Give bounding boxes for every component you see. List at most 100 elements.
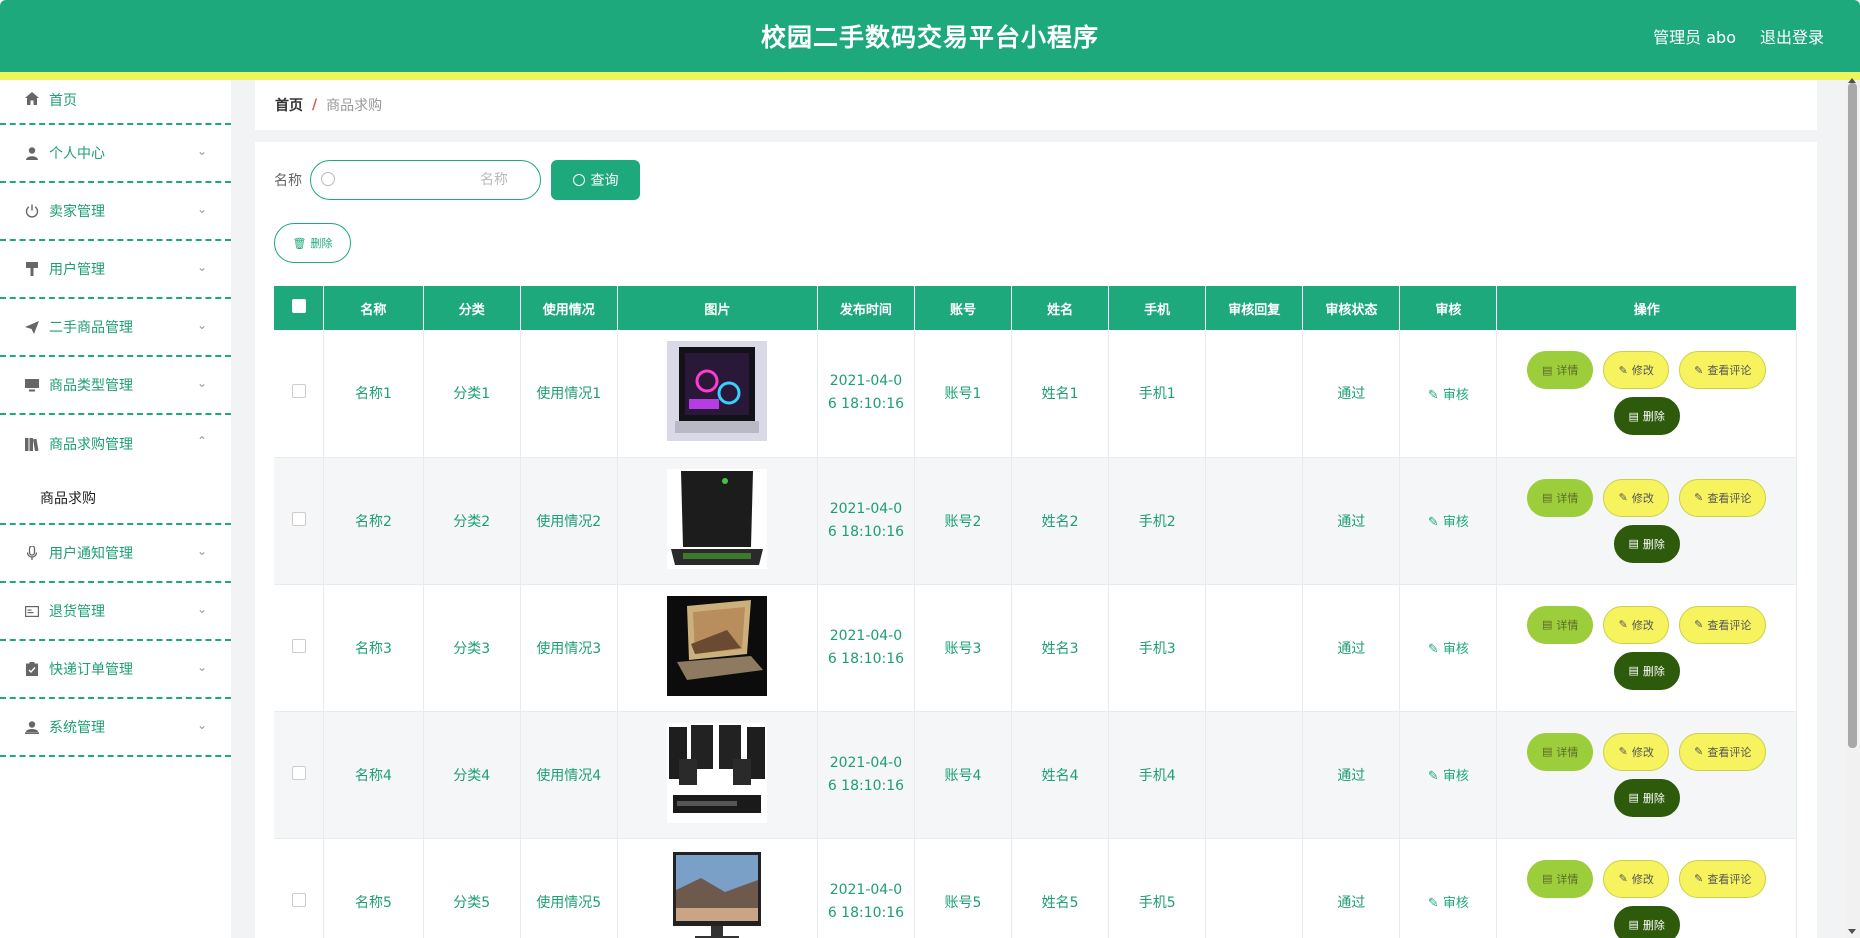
row-checkbox[interactable] bbox=[291, 384, 306, 399]
view-comments-button[interactable]: ✎ 查看评论 bbox=[1679, 732, 1767, 771]
column-header: 图片 bbox=[617, 286, 818, 330]
product-thumbnail[interactable] bbox=[667, 849, 768, 938]
audit-link[interactable]: ✎ 审核 bbox=[1428, 769, 1469, 784]
sidebar-item-user-notification[interactable]: 用户通知管理 ⌄ bbox=[0, 525, 231, 583]
product-thumbnail[interactable] bbox=[667, 341, 768, 442]
row-delete-button[interactable]: ▤ 删除 bbox=[1613, 397, 1680, 436]
row-checkbox[interactable] bbox=[291, 638, 306, 653]
query-button[interactable]: 查询 bbox=[551, 160, 640, 200]
detail-button[interactable]: ▤ 详情 bbox=[1527, 478, 1594, 517]
audit-link[interactable]: ✎ 审核 bbox=[1428, 515, 1469, 530]
sidebar-subitem-purchase-request[interactable]: 商品求购 bbox=[0, 473, 231, 525]
view-comments-button[interactable]: ✎ 查看评论 bbox=[1679, 351, 1767, 390]
sidebar-item-secondhand-goods[interactable]: 二手商品管理 ⌄ bbox=[0, 299, 231, 357]
row-checkbox[interactable] bbox=[291, 892, 306, 907]
edit-button-label: 修改 bbox=[1631, 491, 1654, 505]
books-icon bbox=[24, 436, 40, 452]
batch-delete-button[interactable]: 🗑 删除 bbox=[274, 223, 351, 263]
sidebar-item-system[interactable]: 系统管理 ⌄ bbox=[0, 699, 231, 757]
user-icon bbox=[24, 145, 40, 161]
breadcrumb: 首页 / 商品求购 bbox=[255, 80, 1817, 130]
logout-link[interactable]: 退出登录 bbox=[1760, 24, 1824, 48]
view-comments-label: 查看评论 bbox=[1707, 872, 1752, 886]
product-thumbnail[interactable] bbox=[667, 722, 768, 823]
product-thumbnail[interactable] bbox=[667, 595, 768, 696]
cell-phone: 手机3 bbox=[1108, 584, 1207, 712]
audit-link[interactable]: ✎ 审核 bbox=[1428, 642, 1469, 657]
detail-button-label: 详情 bbox=[1556, 491, 1579, 505]
row-select-cell[interactable] bbox=[274, 711, 325, 839]
sidebar-item-personal-center[interactable]: 个人中心 ⌄ bbox=[0, 125, 231, 183]
sidebar-item-seller-management[interactable]: 卖家管理 ⌄ bbox=[0, 183, 231, 241]
view-comments-button[interactable]: ✎ 查看评论 bbox=[1679, 478, 1767, 517]
edit-button[interactable]: ✎ 修改 bbox=[1603, 859, 1670, 898]
detail-button[interactable]: ▤ 详情 bbox=[1527, 351, 1594, 390]
edit-button[interactable]: ✎ 修改 bbox=[1603, 732, 1670, 771]
row-select-cell[interactable] bbox=[274, 457, 325, 585]
row-select-cell[interactable] bbox=[274, 584, 325, 712]
column-header: 操作 bbox=[1496, 286, 1797, 330]
current-user[interactable]: 管理员 abo bbox=[1653, 24, 1736, 48]
audit-link[interactable]: ✎ 审核 bbox=[1428, 388, 1469, 403]
cell-phone: 手机5 bbox=[1108, 838, 1207, 938]
scroll-down-arrow-icon[interactable] bbox=[1848, 929, 1856, 934]
select-all-cell[interactable] bbox=[274, 286, 325, 330]
edit-button-label: 修改 bbox=[1631, 872, 1654, 886]
detail-button[interactable]: ▤ 详情 bbox=[1527, 859, 1594, 898]
sidebar-item-purchase-request[interactable]: 商品求购管理 ⌃ bbox=[0, 415, 231, 473]
cell-image bbox=[617, 838, 818, 938]
query-button-label: 查询 bbox=[590, 172, 619, 188]
breadcrumb-home[interactable]: 首页 bbox=[275, 95, 303, 115]
edit-button[interactable]: ✎ 修改 bbox=[1603, 478, 1670, 517]
sidebar-item-express-orders[interactable]: 快递订单管理 ⌄ bbox=[0, 641, 231, 699]
column-header: 使用情况 bbox=[520, 286, 618, 330]
cell-usage: 使用情况2 bbox=[520, 457, 618, 585]
row-delete-button[interactable]: ▤ 删除 bbox=[1613, 651, 1680, 690]
microphone-icon bbox=[24, 545, 40, 561]
audit-link-label: 审核 bbox=[1442, 387, 1469, 403]
edit-button[interactable]: ✎ 修改 bbox=[1603, 605, 1670, 644]
detail-button[interactable]: ▤ 详情 bbox=[1527, 732, 1594, 771]
chevron-up-icon: ⌃ bbox=[196, 434, 207, 448]
view-comments-button[interactable]: ✎ 查看评论 bbox=[1679, 605, 1767, 644]
home-icon bbox=[24, 90, 40, 106]
edit-button[interactable]: ✎ 修改 bbox=[1603, 351, 1670, 390]
column-header: 发布时间 bbox=[817, 286, 915, 330]
audit-link[interactable]: ✎ 审核 bbox=[1428, 896, 1469, 911]
row-checkbox[interactable] bbox=[291, 511, 306, 526]
row-delete-button[interactable]: ▤ 删除 bbox=[1613, 905, 1680, 938]
sidebar-item-goods-type[interactable]: 商品类型管理 ⌄ bbox=[0, 357, 231, 415]
sidebar-item-returns[interactable]: 退货管理 ⌄ bbox=[0, 583, 231, 641]
search-field[interactable] bbox=[310, 160, 541, 200]
cell-actions: ▤ 详情 ✎ 修改 ✎ 查看评论 ▤ 删除 bbox=[1496, 457, 1797, 585]
row-select-cell[interactable] bbox=[274, 838, 325, 938]
card-icon bbox=[24, 603, 40, 619]
sidebar-item-label: 二手商品管理 bbox=[49, 320, 133, 336]
edit-icon: ✎ bbox=[1694, 618, 1704, 631]
cell-usage: 使用情况4 bbox=[520, 711, 618, 839]
page-scrollbar[interactable] bbox=[1845, 78, 1860, 938]
row-delete-label: 删除 bbox=[1642, 791, 1665, 805]
row-select-cell[interactable] bbox=[274, 330, 325, 458]
scrollbar-thumb[interactable] bbox=[1848, 83, 1857, 748]
view-comments-label: 查看评论 bbox=[1707, 491, 1752, 505]
sidebar-item-label: 用户通知管理 bbox=[49, 546, 133, 562]
view-comments-button[interactable]: ✎ 查看评论 bbox=[1679, 859, 1767, 898]
cell-realname: 姓名4 bbox=[1011, 711, 1110, 839]
column-header: 分类 bbox=[423, 286, 521, 330]
search-input[interactable] bbox=[339, 161, 534, 199]
product-thumbnail[interactable] bbox=[667, 468, 768, 569]
sidebar-item-home[interactable]: 首页 bbox=[0, 80, 231, 125]
table-row: 名称5 分类5 使用情况5 2021-04-0 6 18:10:16 账号5 姓名5 手机5 通… bbox=[274, 838, 1797, 938]
edit-button-label: 修改 bbox=[1631, 364, 1654, 378]
select-all-checkbox[interactable] bbox=[291, 299, 306, 313]
trash-icon: ▤ bbox=[1628, 791, 1639, 804]
detail-button[interactable]: ▤ 详情 bbox=[1527, 605, 1594, 644]
row-delete-button[interactable]: ▤ 删除 bbox=[1613, 524, 1680, 563]
document-icon: ▤ bbox=[1542, 618, 1553, 631]
audit-link-label: 审核 bbox=[1442, 642, 1469, 657]
row-delete-button[interactable]: ▤ 删除 bbox=[1613, 778, 1680, 817]
edit-icon: ✎ bbox=[1618, 745, 1628, 758]
row-checkbox[interactable] bbox=[291, 765, 306, 780]
sidebar-item-user-management[interactable]: 用户管理 ⌄ bbox=[0, 241, 231, 299]
